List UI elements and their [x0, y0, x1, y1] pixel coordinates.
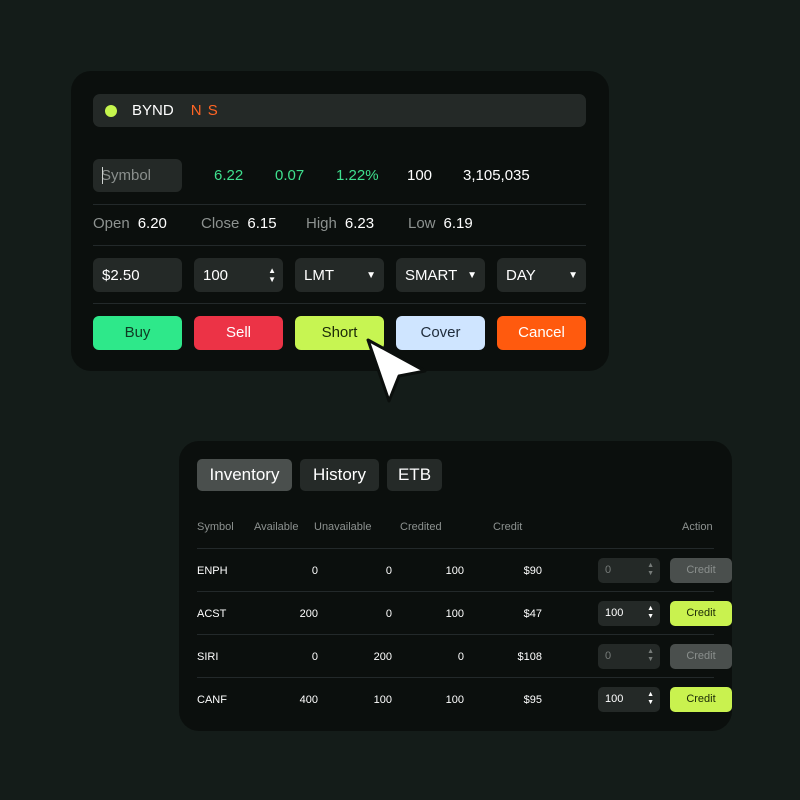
cell-available: 0	[311, 651, 318, 663]
stepper-arrows-icon[interactable]: ▲ ▼	[268, 266, 276, 284]
table-row: ENPH 0 0 100 $90 0 ▲ ▼ Credit	[197, 549, 732, 592]
last-size: 100	[407, 167, 433, 184]
cell-credit: $47	[523, 608, 542, 620]
table-row: CANF 400 100 100 $95 100 ▲ ▼ Credit	[197, 678, 732, 721]
credit-quantity-stepper[interactable]: 100 ▲ ▼	[598, 687, 660, 712]
tab-inventory[interactable]: Inventory	[197, 459, 292, 491]
cell-symbol: SIRI	[197, 651, 219, 663]
mouse-pointer-icon	[366, 338, 427, 403]
buy-button[interactable]: Buy	[93, 316, 182, 350]
cell-symbol: ENPH	[197, 565, 228, 577]
cell-credited: 100	[445, 565, 464, 577]
symbol-input[interactable]	[93, 159, 182, 192]
quantity-stepper[interactable]: 100 ▲ ▼	[194, 258, 283, 292]
cell-unavailable: 0	[385, 608, 392, 620]
cell-unavailable: 0	[385, 565, 392, 577]
status-dot-icon	[105, 104, 117, 117]
cell-credited: 100	[445, 608, 464, 620]
order-type-select[interactable]: LMT ▼	[295, 258, 384, 292]
divider	[93, 245, 586, 246]
credit-button[interactable]: Credit	[670, 644, 732, 669]
cell-available: 400	[299, 694, 318, 706]
ohlc-open: Open 6.20	[93, 215, 167, 232]
price-change: 0.07	[275, 167, 305, 184]
quote-row: 6.22 0.07 1.22% 100 3,105,035	[93, 159, 586, 192]
divider	[93, 303, 586, 304]
stepper-arrows-icon[interactable]: ▲ ▼	[647, 562, 654, 578]
column-header-unavailable: Unavailable	[314, 521, 372, 533]
stepper-arrows-icon[interactable]: ▲ ▼	[647, 648, 654, 664]
column-header-symbol: Symbol	[197, 521, 234, 533]
column-header-available: Available	[254, 521, 299, 533]
column-header-credited: Credited	[400, 521, 442, 533]
price-change-percent: 1.22%	[336, 167, 379, 184]
credit-quantity-stepper[interactable]: 0 ▲ ▼	[598, 558, 660, 583]
cancel-button[interactable]: Cancel	[497, 316, 586, 350]
stepper-arrows-icon[interactable]: ▲ ▼	[647, 691, 654, 707]
credit-button[interactable]: Credit	[670, 558, 732, 583]
dropdown-arrow-icon: ▼	[366, 269, 376, 281]
cell-unavailable: 200	[373, 651, 392, 663]
cell-credit: $108	[517, 651, 542, 663]
divider	[93, 204, 586, 205]
credit-quantity-stepper[interactable]: 100 ▲ ▼	[598, 601, 660, 626]
credit-button[interactable]: Credit	[670, 601, 732, 626]
cell-available: 200	[299, 608, 318, 620]
cell-credit: $95	[523, 694, 542, 706]
ohlc-low: Low 6.19	[408, 215, 473, 232]
last-price: 6.22	[214, 167, 244, 184]
credit-button[interactable]: Credit	[670, 687, 732, 712]
table-row: ACST 200 0 100 $47 100 ▲ ▼ Credit	[197, 592, 732, 635]
dropdown-arrow-icon: ▼	[467, 269, 477, 281]
stepper-arrows-icon[interactable]: ▲ ▼	[647, 605, 654, 621]
route-select[interactable]: SMART ▼	[396, 258, 485, 292]
time-in-force-select[interactable]: DAY ▼	[497, 258, 586, 292]
order-actions-row: Buy Sell Short Cover Cancel	[93, 316, 586, 350]
ohlc-high: High 6.23	[306, 215, 375, 232]
cell-credited: 100	[445, 694, 464, 706]
ohlc-row: Open 6.20 Close 6.15 High 6.23 Low 6.19	[93, 212, 586, 236]
ohlc-close: Close 6.15	[201, 215, 277, 232]
cell-credit: $90	[523, 565, 542, 577]
column-header-action: Action	[682, 521, 713, 533]
ticker-bar: BYND N S	[93, 94, 586, 127]
order-params-row: $2.50 100 ▲ ▼ LMT ▼ SMART ▼ DAY ▼	[93, 258, 586, 292]
table-row: SIRI 0 200 0 $108 0 ▲ ▼ Credit	[197, 635, 732, 678]
sell-button[interactable]: Sell	[194, 316, 283, 350]
cell-unavailable: 100	[373, 694, 392, 706]
dropdown-arrow-icon: ▼	[568, 269, 578, 281]
cell-symbol: CANF	[197, 694, 227, 706]
ticker-flags: N S	[190, 102, 219, 119]
tab-history[interactable]: History	[300, 459, 379, 491]
volume: 3,105,035	[463, 167, 530, 184]
cell-available: 0	[311, 565, 318, 577]
tab-etb[interactable]: ETB	[387, 459, 442, 491]
order-entry-panel: BYND N S 6.22 0.07 1.22% 100 3,105,035 O…	[71, 71, 609, 371]
ticker-symbol: BYND	[132, 102, 174, 119]
cell-credited: 0	[457, 651, 464, 663]
column-header-credit: Credit	[493, 521, 523, 533]
text-caret	[102, 167, 103, 184]
cell-symbol: ACST	[197, 608, 227, 620]
credit-quantity-stepper[interactable]: 0 ▲ ▼	[598, 644, 660, 669]
inventory-panel: Inventory History ETB Symbol Available U…	[179, 441, 732, 731]
price-input[interactable]: $2.50	[93, 258, 182, 292]
